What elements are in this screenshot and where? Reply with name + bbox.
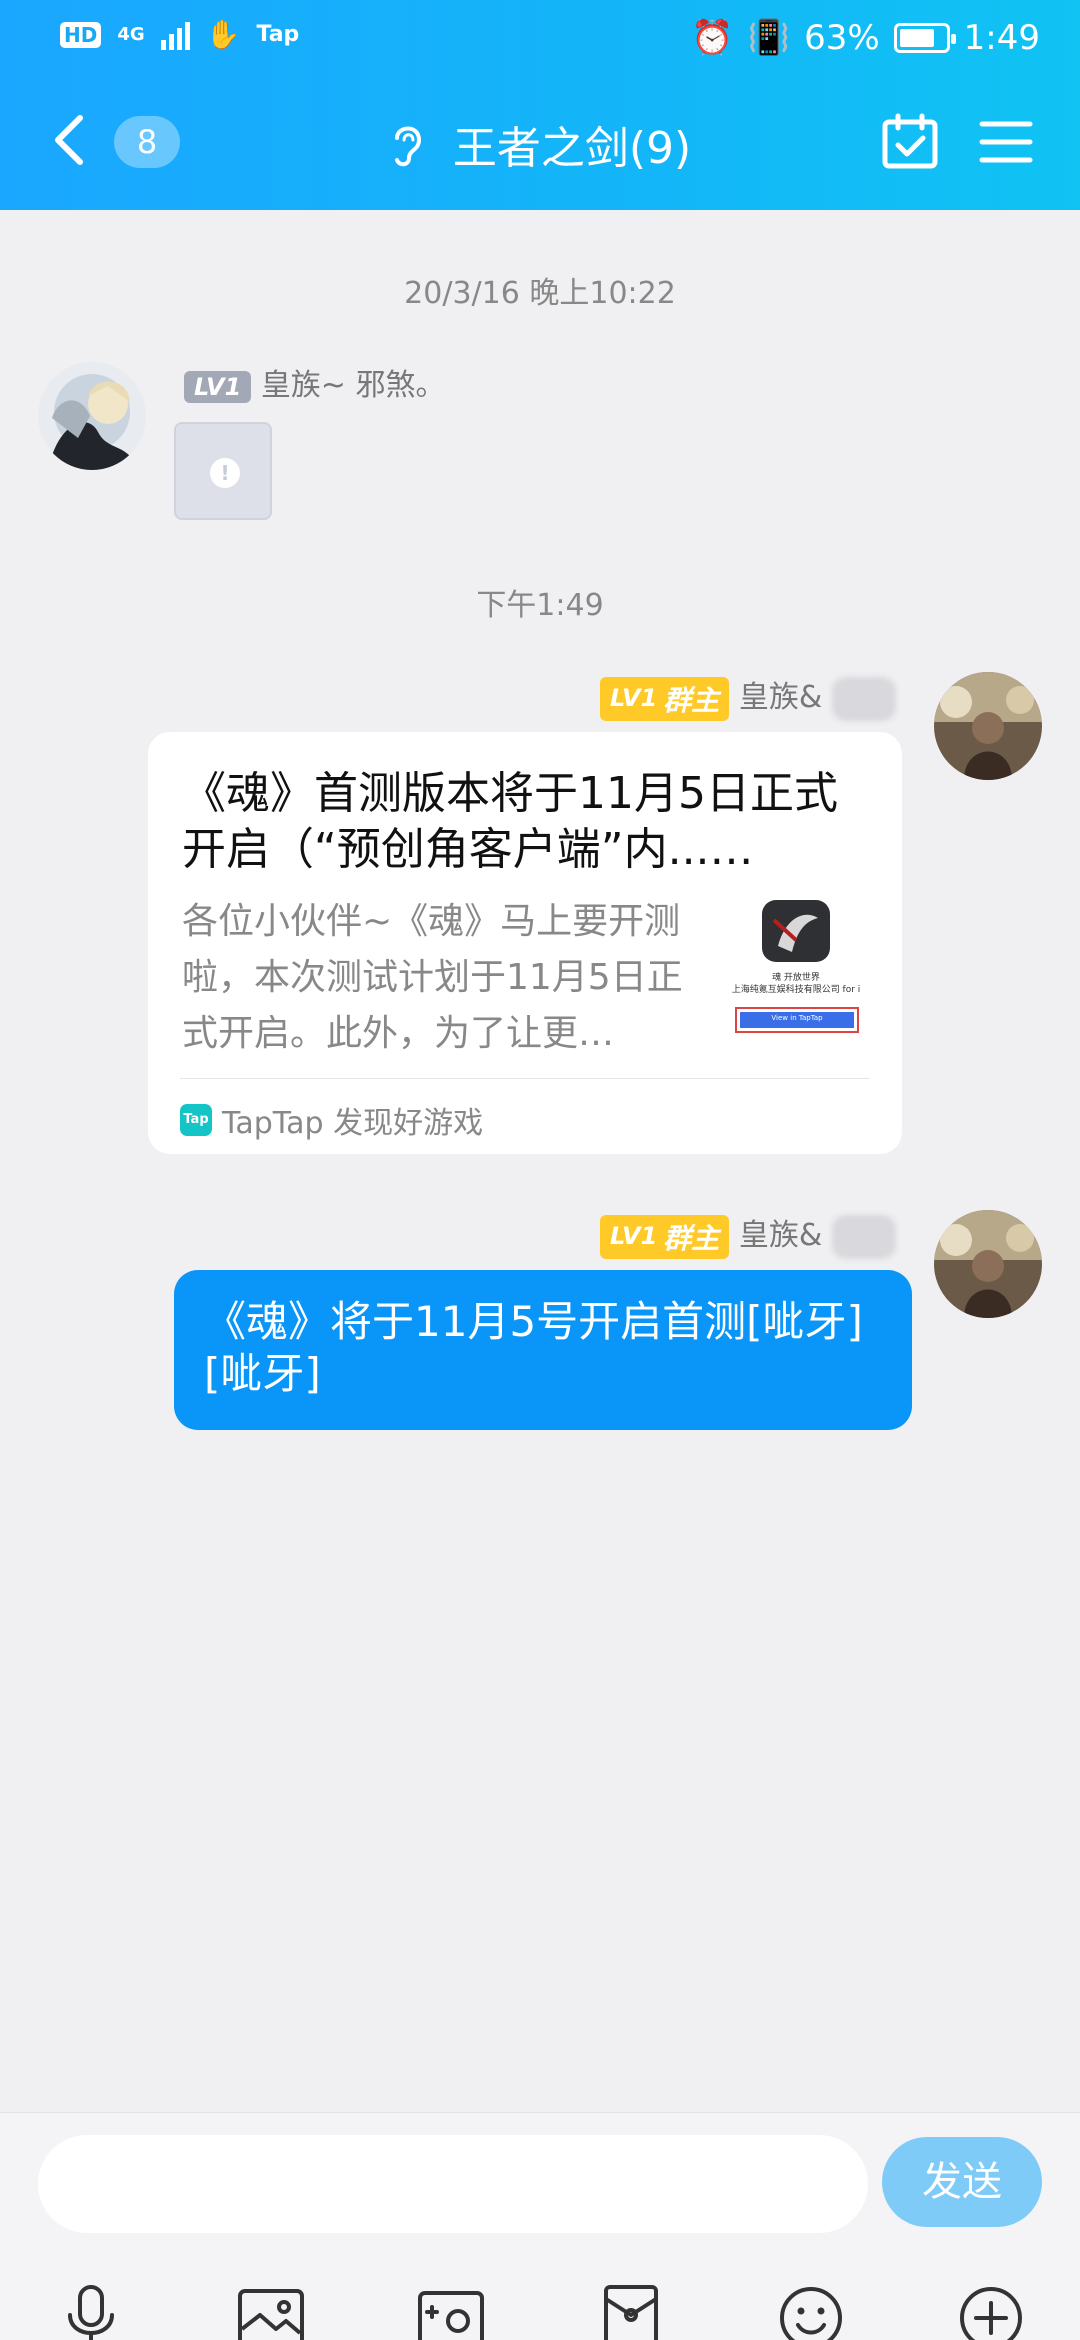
- timestamp: 下午1:49: [476, 588, 604, 623]
- card-thumbnail: 魂 开放世界 上海纯氪互娱科技有限公司 for i View in TapTap: [726, 896, 866, 1036]
- thumb-publisher: 上海纯氪互娱科技有限公司 for i: [731, 985, 861, 995]
- menu-button[interactable]: [976, 112, 1036, 172]
- blurred-name: [831, 1214, 896, 1259]
- group-name: 王者之剑(9): [452, 123, 692, 174]
- avatar[interactable]: [934, 1210, 1042, 1318]
- clock: 1:49: [963, 18, 1040, 58]
- send-button[interactable]: 发送: [882, 2137, 1042, 2227]
- more-button[interactable]: [956, 2283, 1026, 2340]
- emoji-button[interactable]: [776, 2283, 846, 2340]
- level-badge: LV1: [184, 370, 252, 403]
- shared-link-card[interactable]: 《魂》首测版本将于11月5日正式开启（“预创角客户端”内...… 各位小伙伴~《…: [148, 732, 902, 1154]
- status-bar: HD 4G ✋ Tap ⏰ 📳 63% 1:49: [0, 18, 1080, 58]
- avatar[interactable]: [934, 672, 1042, 780]
- calendar-check-icon: [882, 113, 938, 169]
- sender-name: 皇族&: [738, 1218, 823, 1253]
- card-source-label: TapTap 发现好游戏: [222, 1106, 484, 1141]
- network-type: 4G: [117, 24, 145, 45]
- avatar[interactable]: [38, 362, 146, 470]
- microphone-icon: [68, 2285, 114, 2340]
- thumb-view-button: View in TapTap: [771, 1014, 823, 1022]
- card-title: 《魂》首测版本将于11月5日正式开启（“预创角客户端”内...…: [182, 768, 838, 875]
- signal-icon: [160, 20, 190, 50]
- failed-image-message[interactable]: !: [174, 422, 272, 520]
- group-checkin-button[interactable]: [880, 112, 940, 172]
- ear-icon: [394, 126, 421, 167]
- red-packet-icon: [604, 2285, 658, 2340]
- group-owner-badge: 群主: [663, 1221, 720, 1255]
- chat-header: HD 4G ✋ Tap ⏰ 📳 63% 1:49 8 王者之剑(9): [0, 0, 1080, 210]
- hand-icon: ✋: [205, 18, 241, 51]
- alarm-icon: ⏰: [691, 18, 734, 58]
- card-source: Tap TapTap 发现好游戏: [180, 1098, 483, 1142]
- message-bubble[interactable]: 《魂》将于11月5号开启首测[呲牙][呲牙]: [174, 1270, 912, 1430]
- hd-indicator: HD: [60, 21, 102, 48]
- taptap-status-label: Tap: [256, 22, 300, 47]
- level-badge: LV1 群主: [600, 1214, 730, 1259]
- group-owner-badge: 群主: [663, 683, 720, 717]
- timestamp: 20/3/16 晚上10:22: [404, 276, 676, 311]
- taptap-logo: Tap: [180, 1104, 212, 1136]
- battery-percent: 63%: [804, 18, 880, 58]
- menu-icon: [979, 121, 1033, 163]
- level-badge: LV1 群主: [600, 676, 730, 721]
- red-packet-button[interactable]: [596, 2283, 666, 2340]
- exclamation-icon: !: [210, 458, 240, 488]
- sender-name: 皇族&: [738, 680, 823, 715]
- message-input[interactable]: [38, 2135, 868, 2233]
- battery-icon: [893, 23, 956, 53]
- camera-icon: [418, 2291, 484, 2340]
- camera-button[interactable]: [416, 2283, 486, 2340]
- sender-line: LV1 群主 皇族&: [600, 672, 896, 721]
- sender-name: 皇族~ 邪煞。: [260, 368, 446, 403]
- voice-button[interactable]: [56, 2283, 126, 2340]
- vibrate-icon: 📳: [747, 18, 791, 58]
- blurred-name: [831, 676, 896, 721]
- sender-line: LV1 皇族~ 邪煞。: [184, 360, 446, 404]
- plus-circle-icon: [960, 2287, 1022, 2340]
- image-icon: [238, 2289, 304, 2340]
- sender-line: LV1 群主 皇族&: [600, 1210, 896, 1259]
- divider: [180, 1078, 870, 1079]
- photo-button[interactable]: [236, 2283, 306, 2340]
- card-description: 各位小伙伴~《魂》马上要开测啦，本次测试计划于11月5日正式开启。此外，为了让更…: [182, 901, 683, 1054]
- smiley-icon: [780, 2287, 842, 2340]
- input-bar: 发送: [0, 2112, 1080, 2340]
